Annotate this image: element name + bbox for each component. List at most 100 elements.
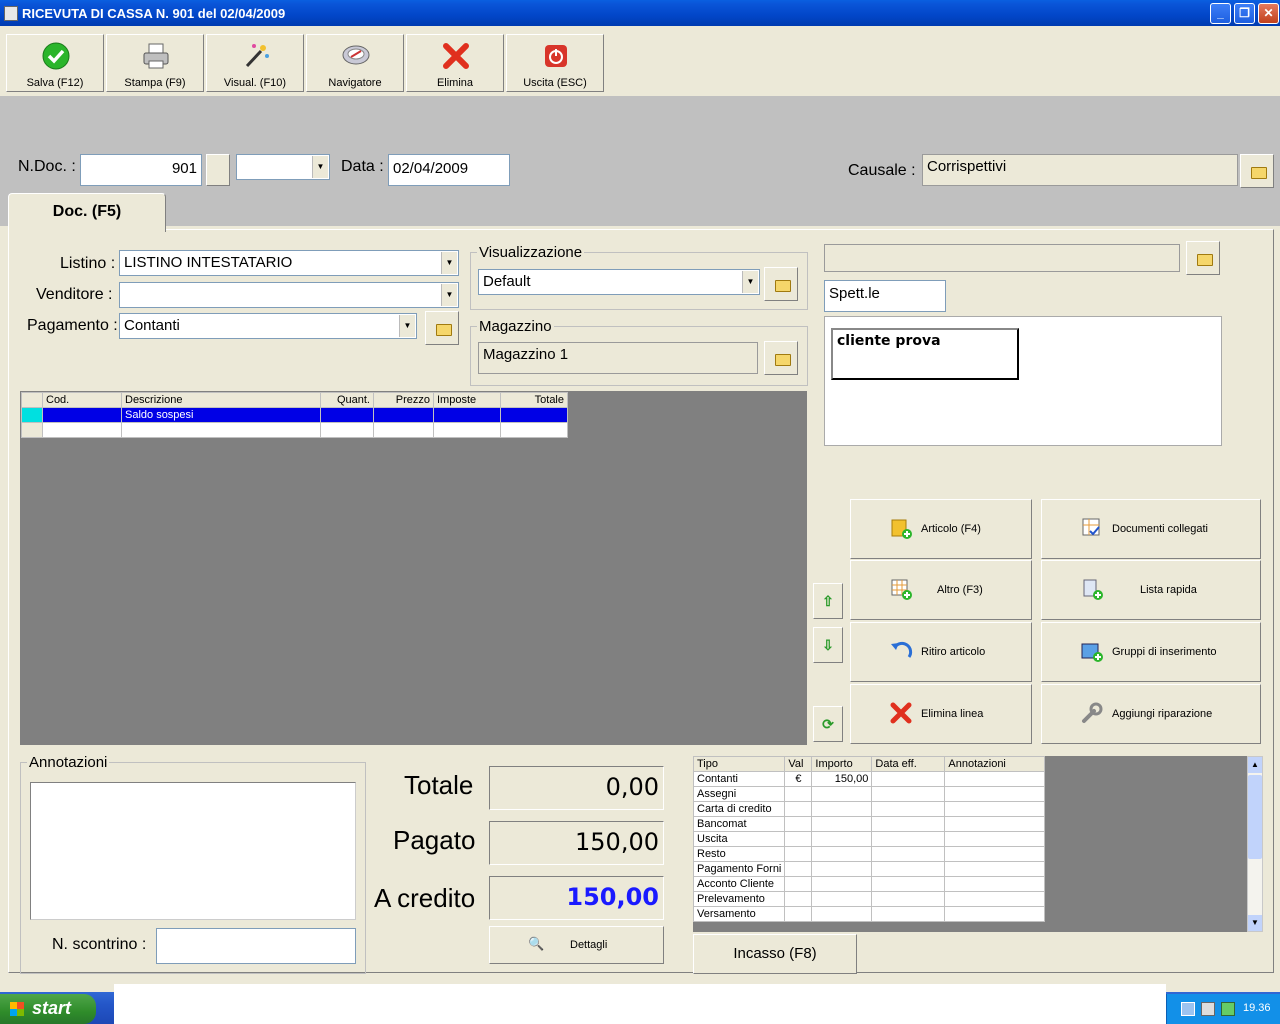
cell[interactable] (811, 801, 873, 817)
cell[interactable] (871, 891, 946, 907)
refresh-button[interactable]: ⟳ (813, 706, 843, 742)
add-article-button[interactable]: Articolo (F4) (850, 499, 1032, 559)
save-button[interactable]: Salva (F12) (6, 34, 104, 92)
cell[interactable]: Uscita (693, 831, 786, 847)
cell[interactable] (320, 407, 374, 423)
pagamento-select[interactable]: Contanti ▼ (119, 313, 417, 339)
tab-doc[interactable]: Doc. (F5) (8, 193, 166, 232)
series-select[interactable]: ▼ (236, 154, 330, 180)
table-row[interactable]: Bancomat (693, 816, 1046, 832)
table-row[interactable]: Versamento (693, 906, 1046, 922)
cell[interactable] (871, 846, 946, 862)
delete-button[interactable]: Elimina (406, 34, 504, 92)
cell[interactable] (944, 846, 1046, 862)
move-down-button[interactable]: ⇩ (813, 627, 843, 663)
cell[interactable] (784, 876, 813, 892)
cell[interactable]: Resto (693, 846, 786, 862)
table-row[interactable]: Assegni (693, 786, 1046, 802)
return-article-button[interactable]: Ritiro articolo (850, 622, 1032, 682)
cell[interactable]: Contanti (693, 771, 786, 787)
cell[interactable] (871, 771, 946, 787)
ndoc-spin-button[interactable] (206, 154, 230, 186)
table-row[interactable]: Carta di credito (693, 801, 1046, 817)
cell[interactable] (811, 816, 873, 832)
cell[interactable] (871, 861, 946, 877)
exit-button[interactable]: Uscita (ESC) (506, 34, 604, 92)
magazzino-browse-button[interactable] (764, 341, 798, 375)
cell[interactable] (784, 801, 813, 817)
cell[interactable] (871, 801, 946, 817)
move-up-button[interactable]: ⇧ (813, 583, 843, 619)
cell[interactable] (811, 831, 873, 847)
visualizzazione-select[interactable]: Default ▼ (478, 269, 760, 295)
navigator-button[interactable]: Navigatore (306, 34, 404, 92)
customer-address-box[interactable]: cliente prova (824, 316, 1222, 446)
table-row[interactable]: Resto (693, 846, 1046, 862)
cell[interactable] (373, 407, 434, 423)
table-row[interactable]: Pagamento Forni (693, 861, 1046, 877)
linked-documents-button[interactable]: Documenti collegati (1041, 499, 1261, 559)
cell[interactable] (871, 831, 946, 847)
cell[interactable] (944, 831, 1046, 847)
payments-grid[interactable]: Tipo Val Importo Data eff. Annotazioni C… (693, 756, 1247, 932)
cell[interactable] (944, 816, 1046, 832)
listino-select[interactable]: LISTINO INTESTATARIO ▼ (119, 250, 459, 276)
cell[interactable] (944, 891, 1046, 907)
cell[interactable] (784, 906, 813, 922)
tray-printer-icon[interactable] (1201, 1002, 1215, 1016)
cell[interactable]: Carta di credito (693, 801, 786, 817)
col-header[interactable]: Tipo (693, 756, 786, 772)
table-row[interactable] (21, 422, 568, 438)
table-row[interactable]: Prelevamento (693, 891, 1046, 907)
cell[interactable]: 150,00 (811, 771, 873, 787)
tray-device-icon[interactable] (1221, 1002, 1235, 1016)
pagamento-browse-button[interactable] (425, 311, 459, 345)
quick-list-button[interactable]: Lista rapida (1041, 560, 1261, 620)
tray-network-icon[interactable] (1181, 1002, 1195, 1016)
col-header[interactable]: Quant. (320, 392, 374, 408)
insert-groups-button[interactable]: Gruppi di inserimento (1041, 622, 1261, 682)
cell[interactable] (944, 906, 1046, 922)
preview-button[interactable]: Visual. (F10) (206, 34, 304, 92)
incasso-button[interactable]: Incasso (F8) (693, 934, 857, 974)
customer-title-field[interactable]: Spett.le (824, 280, 946, 312)
start-button[interactable]: start (0, 994, 96, 1024)
cell[interactable]: Saldo sospesi (121, 407, 321, 423)
cell[interactable] (871, 876, 946, 892)
cell[interactable] (784, 786, 813, 802)
close-button[interactable]: ✕ (1258, 3, 1279, 24)
cell[interactable] (784, 861, 813, 877)
title-bar[interactable]: RICEVUTA DI CASSA N. 901 del 02/04/2009 … (0, 0, 1280, 26)
cell[interactable] (871, 816, 946, 832)
other-button[interactable]: Altro (F3) (850, 560, 1032, 620)
causale-browse-button[interactable] (1240, 154, 1274, 188)
col-header[interactable]: Val (784, 756, 813, 772)
annotazioni-textarea[interactable] (30, 782, 356, 920)
col-header[interactable]: Prezzo (373, 392, 434, 408)
table-row[interactable]: Acconto Cliente (693, 876, 1046, 892)
table-row[interactable]: Contanti €150,00 (693, 771, 1046, 787)
col-header[interactable]: Importo (811, 756, 873, 772)
magazzino-field[interactable]: Magazzino 1 (478, 342, 758, 374)
cell[interactable] (944, 771, 1046, 787)
causale-field[interactable]: Corrispettivi (922, 154, 1238, 186)
cell[interactable] (811, 906, 873, 922)
cell[interactable] (811, 891, 873, 907)
add-repair-button[interactable]: Aggiungi riparazione (1041, 684, 1261, 744)
print-button[interactable]: Stampa (F9) (106, 34, 204, 92)
cell[interactable] (500, 407, 568, 423)
items-grid[interactable]: Cod. Descrizione Quant. Prezzo Imposte T… (20, 391, 807, 745)
cell[interactable]: Versamento (693, 906, 786, 922)
cell[interactable] (500, 422, 568, 438)
venditore-select[interactable]: ▼ (119, 282, 459, 308)
cell[interactable] (433, 407, 501, 423)
cell[interactable]: Acconto Cliente (693, 876, 786, 892)
cell[interactable] (944, 801, 1046, 817)
cell[interactable]: Bancomat (693, 816, 786, 832)
details-button[interactable]: 🔍 Dettagli (489, 926, 664, 964)
customer-browse-button[interactable] (1186, 241, 1220, 275)
cell[interactable] (871, 786, 946, 802)
cell[interactable] (811, 861, 873, 877)
visualizzazione-browse-button[interactable] (764, 267, 798, 301)
cell[interactable] (784, 816, 813, 832)
